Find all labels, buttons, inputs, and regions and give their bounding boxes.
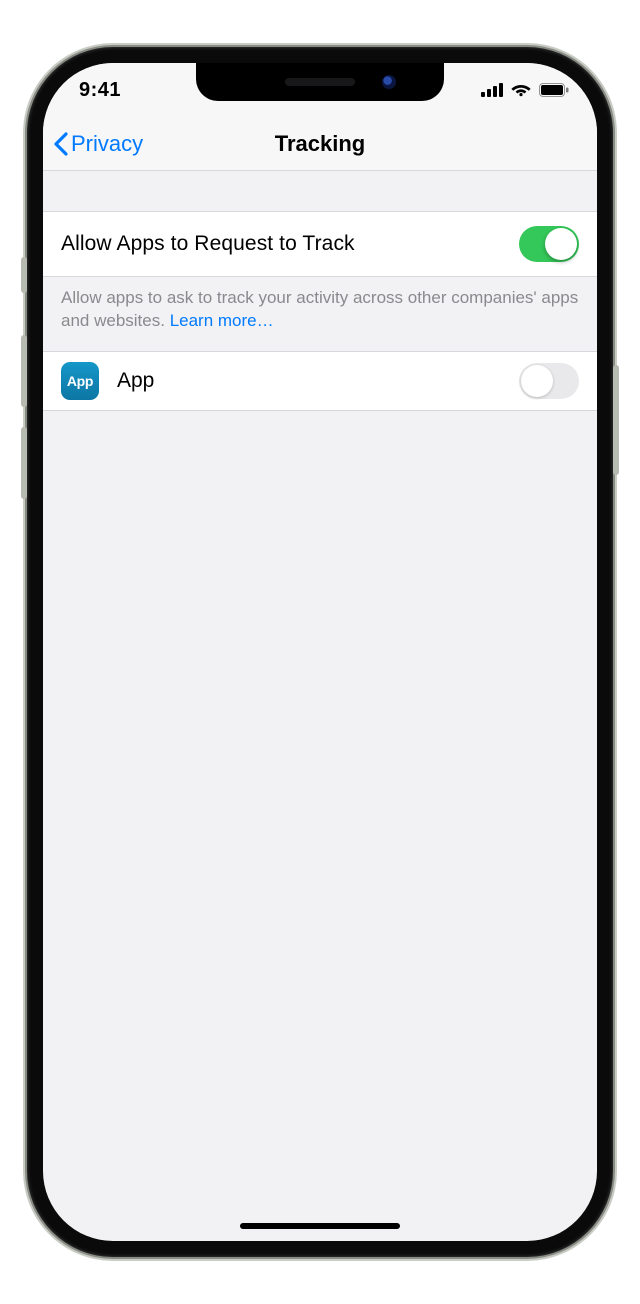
battery-icon [539, 83, 569, 97]
speaker-grille [285, 78, 355, 86]
back-button[interactable]: Privacy [53, 131, 143, 157]
status-time: 9:41 [79, 79, 121, 102]
back-label: Privacy [71, 131, 143, 157]
cellular-icon [481, 83, 503, 97]
power-button [613, 365, 619, 475]
app-tracking-row: App App [43, 351, 597, 411]
home-indicator[interactable] [240, 1223, 400, 1229]
navigation-bar: Privacy Tracking [43, 117, 597, 171]
allow-tracking-row: Allow Apps to Request to Track [43, 211, 597, 277]
front-camera [382, 75, 396, 89]
allow-tracking-description: Allow apps to ask to track your activity… [43, 277, 597, 351]
app-tracking-toggle[interactable] [519, 363, 579, 399]
wifi-icon [511, 83, 531, 97]
chevron-left-icon [53, 132, 69, 156]
volume-down-button [21, 427, 27, 499]
allow-tracking-label: Allow Apps to Request to Track [61, 232, 355, 256]
learn-more-link[interactable]: Learn more… [170, 311, 274, 330]
app-name-label: App [117, 369, 501, 393]
silence-switch [21, 257, 27, 293]
app-icon: App [61, 362, 99, 400]
volume-up-button [21, 335, 27, 407]
description-text: Allow apps to ask to track your activity… [61, 288, 578, 330]
allow-tracking-toggle[interactable] [519, 226, 579, 262]
device-notch [196, 63, 444, 101]
